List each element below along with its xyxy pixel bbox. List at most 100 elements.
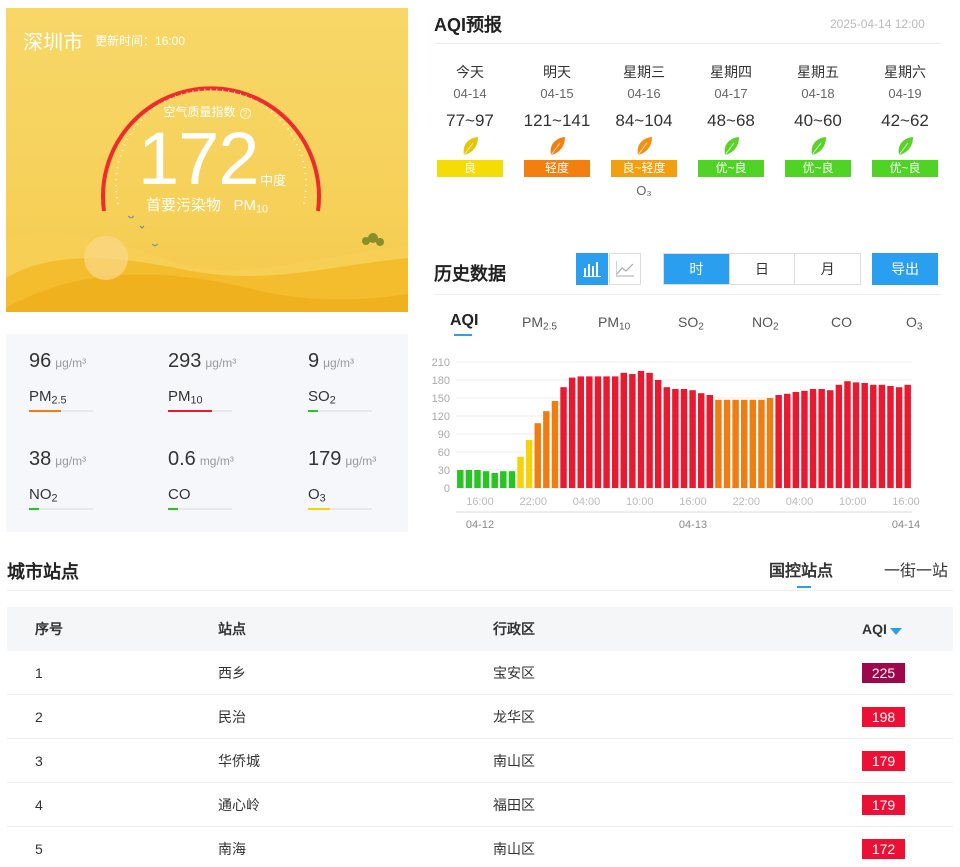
tab-label: SO: [678, 314, 699, 330]
pollutant-value: 96: [29, 350, 52, 372]
update-time: 更新时间：16:00: [95, 34, 186, 48]
tab-street-stations[interactable]: 一街一站: [884, 557, 948, 581]
bar: [852, 382, 860, 488]
pollutant-no2[interactable]: 38 μg/m³ NO2: [29, 448, 149, 510]
bar: [689, 390, 696, 488]
tab-so2[interactable]: SO2: [678, 314, 704, 333]
tab-o3[interactable]: O3: [906, 314, 923, 333]
forecast-aqi-range: 121~141: [523, 111, 591, 130]
tab-pm25[interactable]: PM2.5: [522, 314, 557, 333]
row-aqi-badge: 179: [862, 751, 905, 771]
x-tick-label: 22:00: [732, 496, 760, 508]
pollutant-unit: μg/m³: [55, 454, 87, 468]
row-no: 1: [35, 665, 43, 681]
stations-title: 城市站点: [7, 562, 79, 582]
forecast-date: 04-14: [453, 86, 487, 101]
period-day[interactable]: 日: [728, 254, 795, 284]
forecast-day: 星期三 04-16 84~104 良~轻度 O₃: [601, 62, 687, 198]
bar: [792, 392, 800, 488]
table-row[interactable]: 2 民治 龙华区 198: [7, 695, 953, 739]
forecast-date: 04-18: [801, 86, 835, 101]
y-tick-label: 0: [444, 483, 450, 495]
y-tick-label: 60: [438, 447, 450, 459]
x-date-label: 04-14: [892, 519, 920, 531]
forecast-level-badge: 良: [437, 160, 503, 177]
row-site: 华侨城: [218, 753, 260, 769]
aqi-value: 172: [138, 117, 259, 200]
forecast-level-badge: 优~良: [698, 160, 764, 177]
pollutant-co[interactable]: 0.6 mg/m³ CO: [168, 448, 288, 510]
bar-chart-toggle[interactable]: [576, 253, 608, 285]
tab-label: O: [906, 314, 917, 330]
x-tick-label: 04:00: [786, 496, 814, 508]
tab-co[interactable]: CO: [831, 314, 852, 330]
pollutant-name-text: PM: [168, 388, 191, 405]
aqi-level: 中度: [260, 173, 287, 188]
tab-pm10[interactable]: PM10: [598, 314, 630, 333]
pollutant-name-sub: 2.5: [51, 394, 67, 407]
pollutant-name-text: NO: [29, 486, 52, 503]
pollutant-value: 9: [308, 350, 320, 372]
bar: [887, 386, 894, 488]
bar: [465, 470, 473, 488]
pollutant-name-sub: 2: [329, 394, 336, 407]
tab-national-stations[interactable]: 国控站点: [769, 557, 833, 581]
forecast-level-badge: 轻度: [524, 160, 590, 177]
bar-chart-icon: [583, 262, 601, 277]
forecast-aqi-range: 42~62: [881, 111, 929, 130]
bar: [568, 377, 576, 488]
active-tab-indicator: [454, 334, 472, 336]
table-row[interactable]: 3 华侨城 南山区 179: [7, 739, 953, 783]
row-district: 龙华区: [493, 709, 535, 725]
bar: [594, 376, 602, 488]
pollutant-pm10[interactable]: 293 μg/m³ PM10: [168, 350, 288, 412]
forecast-day: 星期四 04-17 48~68 优~良: [688, 62, 774, 183]
row-site: 通心岭: [218, 797, 260, 813]
pollutant-o3[interactable]: 179 μg/m³ O3: [308, 448, 428, 510]
pollutant-name-text: CO: [168, 486, 191, 503]
period-hour[interactable]: 时: [664, 254, 729, 284]
bar: [551, 401, 559, 488]
line-chart-toggle[interactable]: [609, 253, 641, 285]
primary-pollutant-name: PM: [233, 197, 257, 214]
pollutant-indicator: [168, 507, 232, 510]
pollutant-pm25[interactable]: 96 μg/m³ PM2.5: [29, 350, 149, 412]
tab-label: AQI: [450, 312, 479, 329]
bar: [663, 387, 671, 488]
pollutant-name: SO2: [308, 388, 428, 407]
tab-label: PM: [522, 314, 543, 330]
row-no: 4: [35, 797, 43, 813]
pollutant-unit: μg/m³: [205, 356, 237, 370]
forecast-weekday: 星期四: [710, 64, 752, 80]
header-no: 序号: [35, 621, 63, 637]
table-row[interactable]: 4 通心岭 福田区 179: [7, 783, 953, 827]
table-row[interactable]: 5 南海 南山区 172: [7, 827, 953, 867]
bar: [457, 470, 464, 488]
bar: [758, 399, 765, 488]
x-date-label: 04-12: [466, 519, 494, 531]
tab-no2[interactable]: NO2: [752, 314, 779, 333]
row-district: 南山区: [493, 753, 535, 769]
forecast-level-badge: 优~良: [785, 160, 851, 177]
pollutant-name-text: O: [308, 486, 320, 503]
pollutant-indicator: [168, 409, 232, 412]
header-aqi[interactable]: AQI: [862, 607, 902, 651]
period-month[interactable]: 月: [794, 254, 860, 284]
row-site: 西乡: [218, 665, 246, 681]
tab-label: CO: [831, 314, 852, 330]
pollutant-unit: μg/m³: [323, 356, 355, 370]
forecast-day: 星期六 04-19 42~62 优~良: [862, 62, 948, 183]
bar: [500, 471, 507, 488]
pollutant-indicator: [29, 507, 93, 510]
pollutant-so2[interactable]: 9 μg/m³ SO2: [308, 350, 428, 412]
table-row[interactable]: 1 西乡 宝安区 225: [7, 651, 953, 695]
sort-desc-icon[interactable]: [889, 628, 902, 635]
row-no: 2: [35, 709, 43, 725]
forecast-day: 星期五 04-18 40~60 优~良: [775, 62, 861, 183]
pollutant-value: 38: [29, 448, 52, 470]
tab-aqi[interactable]: AQI: [450, 312, 478, 330]
tab-label-sub: 2: [773, 321, 779, 333]
bar: [577, 376, 584, 488]
export-button[interactable]: 导出: [872, 253, 938, 285]
bar: [723, 399, 731, 488]
